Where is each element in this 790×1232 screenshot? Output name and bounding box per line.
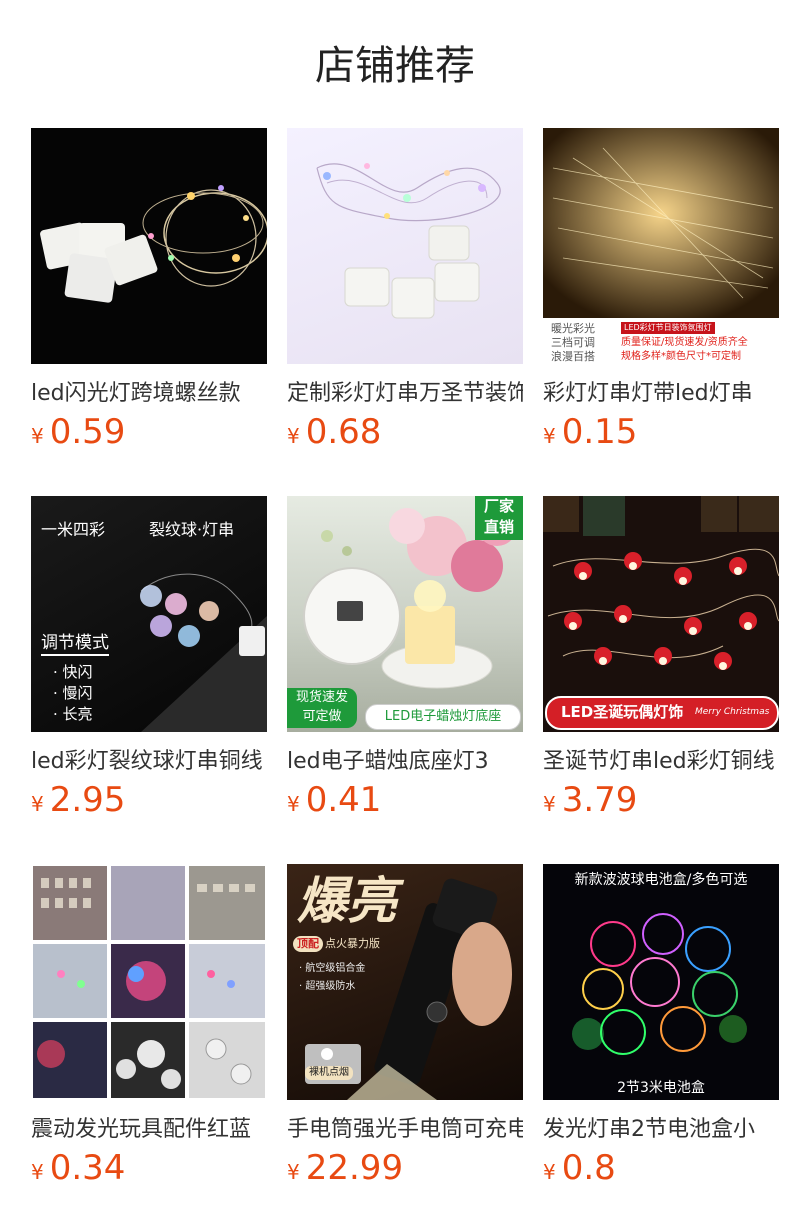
product-image[interactable]: [31, 128, 267, 364]
product-price: ¥3.79: [543, 781, 779, 821]
image-text: 裂纹球·灯串: [149, 520, 235, 539]
currency-symbol: ¥: [31, 1160, 44, 1184]
price-value: 2.95: [49, 780, 126, 820]
image-text: 点火暴力版: [325, 937, 380, 950]
image-text: LED圣诞玩偶灯饰: [561, 703, 684, 721]
image-text: 暖光彩光: [551, 322, 595, 335]
currency-symbol: ¥: [543, 424, 556, 448]
product-price: ¥0.15: [543, 413, 779, 453]
product-name[interactable]: 定制彩灯灯串万圣节装饰: [287, 379, 523, 409]
product-image[interactable]: [31, 864, 267, 1100]
price-value: 0.59: [49, 412, 126, 452]
product-card[interactable]: led闪光灯跨境螺丝款 ¥0.59: [31, 128, 267, 452]
price-value: 3.79: [561, 780, 638, 820]
product-name[interactable]: 震动发光玩具配件红蓝: [31, 1115, 267, 1145]
price-value: 0.68: [305, 412, 382, 452]
product-card[interactable]: LED圣诞玩偶灯饰 Merry Christmas 圣诞节灯串led彩灯铜线 ¥…: [543, 496, 779, 820]
image-text: 现货速发: [295, 690, 348, 705]
product-price: ¥0.41: [287, 781, 523, 821]
product-card[interactable]: 一米四彩 裂纹球·灯串 调节模式 · 快闪 · 慢闪 · 长亮 led彩灯裂纹球…: [31, 496, 267, 820]
price-value: 0.41: [305, 780, 382, 820]
price-value: 0.8: [561, 1148, 616, 1188]
product-price: ¥0.8: [543, 1149, 779, 1189]
product-image[interactable]: 新款波波球电池盒/多色可选 2节3米电池盒: [543, 864, 779, 1100]
currency-symbol: ¥: [287, 1160, 300, 1184]
image-text: 三档可调: [551, 336, 595, 349]
currency-symbol: ¥: [543, 1160, 556, 1184]
image-text: 裸机点烟: [305, 1066, 353, 1080]
product-card[interactable]: 震动发光玩具配件红蓝 ¥0.34: [31, 864, 267, 1188]
product-card[interactable]: 定制彩灯灯串万圣节装饰 ¥0.68: [287, 128, 523, 452]
product-price: ¥0.34: [31, 1149, 267, 1189]
product-price: ¥0.68: [287, 413, 523, 453]
image-text: 直销: [483, 518, 514, 536]
currency-symbol: ¥: [31, 424, 44, 448]
product-price: ¥2.95: [31, 781, 267, 821]
image-text: 一米四彩: [41, 520, 106, 539]
product-image[interactable]: [287, 128, 523, 364]
image-text: 新款波波球电池盒/多色可选: [574, 872, 748, 888]
image-text: 爆亮: [297, 872, 397, 930]
price-value: 0.15: [561, 412, 638, 452]
currency-symbol: ¥: [31, 792, 44, 816]
section-title: 店铺推荐: [315, 43, 475, 89]
image-text: 调节模式: [41, 632, 109, 656]
image-text: LED彩灯节日装饰氛围灯: [621, 322, 715, 334]
product-card[interactable]: 爆亮 顶配 点火暴力版 · 航空级铝合金 · 超强级防水 裸机点烟 手电筒强光手…: [287, 864, 523, 1188]
product-name[interactable]: led闪光灯跨境螺丝款: [31, 379, 267, 409]
product-name[interactable]: 手电筒强光手电筒可充电: [287, 1115, 523, 1145]
product-image[interactable]: 暖光彩光 三档可调 浪漫百搭 LED彩灯节日装饰氛围灯 质量保证/现货速发/资质…: [543, 128, 779, 364]
image-text: · 超强级防水: [299, 981, 356, 992]
currency-symbol: ¥: [287, 792, 300, 816]
product-name[interactable]: 发光灯串2节电池盒小: [543, 1115, 779, 1145]
image-text: · 长亮: [53, 705, 93, 723]
badge: 现货速发 可定做: [287, 688, 357, 728]
image-text: 可定做: [302, 709, 342, 724]
badge: 厂家 直销: [475, 496, 523, 540]
image-text: · 航空级铝合金: [299, 963, 366, 974]
product-price: ¥0.59: [31, 413, 267, 453]
image-text: 质量保证/现货速发/资质齐全: [621, 337, 748, 348]
image-text: 浪漫百搭: [551, 350, 595, 363]
image-text: · 慢闪: [53, 684, 93, 702]
product-name[interactable]: led彩灯裂纹球灯串铜线: [31, 747, 267, 777]
product-name[interactable]: 圣诞节灯串led彩灯铜线: [543, 747, 779, 777]
price-value: 22.99: [305, 1148, 404, 1188]
image-text: 规格多样*颜色尺寸*可定制: [621, 351, 741, 362]
currency-symbol: ¥: [287, 424, 300, 448]
image-text: 厂家: [483, 497, 514, 515]
product-name[interactable]: 彩灯灯串灯带led灯串: [543, 379, 779, 409]
image-text: LED电子蜡烛灯底座: [365, 704, 521, 730]
product-card[interactable]: 厂家 直销 现货速发 可定做 LED电子蜡烛灯底座 led电子蜡烛底座灯3 ¥0…: [287, 496, 523, 820]
product-price: ¥22.99: [287, 1149, 523, 1189]
price-value: 0.34: [49, 1148, 126, 1188]
product-image[interactable]: 爆亮 顶配 点火暴力版 · 航空级铝合金 · 超强级防水 裸机点烟: [287, 864, 523, 1100]
product-image[interactable]: LED圣诞玩偶灯饰 Merry Christmas: [543, 496, 779, 732]
product-card[interactable]: 暖光彩光 三档可调 浪漫百搭 LED彩灯节日装饰氛围灯 质量保证/现货速发/资质…: [543, 128, 779, 452]
image-text: · 快闪: [53, 663, 93, 681]
product-image[interactable]: 厂家 直销 现货速发 可定做 LED电子蜡烛灯底座: [287, 496, 523, 732]
currency-symbol: ¥: [543, 792, 556, 816]
product-card[interactable]: 新款波波球电池盒/多色可选 2节3米电池盒 发光灯串2节电池盒小 ¥0.8: [543, 864, 779, 1188]
product-name[interactable]: led电子蜡烛底座灯3: [287, 747, 523, 777]
image-text: 顶配: [293, 936, 323, 952]
image-text: Merry Christmas: [695, 707, 770, 717]
product-grid: led闪光灯跨境螺丝款 ¥0.59 定制彩灯灯串万圣节装饰 ¥0.68 暖光彩光…: [31, 128, 779, 1188]
product-image[interactable]: 一米四彩 裂纹球·灯串 调节模式 · 快闪 · 慢闪 · 长亮: [31, 496, 267, 732]
image-text: 2节3米电池盒: [617, 1080, 705, 1096]
